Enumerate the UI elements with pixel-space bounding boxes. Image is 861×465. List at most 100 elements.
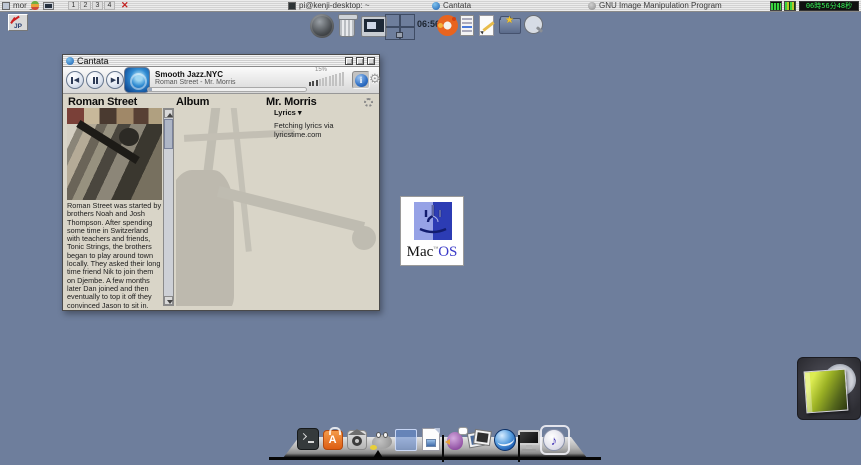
display-settings-icon[interactable] — [517, 427, 542, 453]
workspace-4[interactable]: 4 — [104, 1, 115, 10]
writer-picture — [425, 439, 436, 447]
workspace-switcher: 1 2 3 4 — [68, 0, 115, 11]
search-magnifier-icon[interactable] — [524, 15, 544, 36]
home-folder-icon[interactable] — [345, 427, 370, 453]
display-menu[interactable] — [43, 0, 54, 11]
cpu-monitor-applet[interactable] — [770, 1, 782, 11]
lcd-clock[interactable]: 06時56分48秒 — [799, 1, 859, 11]
collapse-button[interactable] — [345, 57, 353, 65]
window-list-icon[interactable] — [460, 15, 474, 36]
sphere-applet-icon[interactable] — [310, 14, 334, 38]
close-icon: ✕ — [121, 0, 129, 10]
menubar-window-button[interactable]: mor _ — [2, 0, 34, 11]
lyrics-dropdown[interactable]: Lyrics ▾ — [274, 108, 302, 117]
scroll-up-arrow[interactable] — [164, 109, 173, 118]
pager-window-dot — [396, 32, 403, 38]
close-button[interactable] — [367, 57, 375, 65]
apple-menu[interactable] — [31, 0, 39, 11]
dock-indicator-line — [442, 435, 444, 462]
music-note-icon: ♪ — [542, 429, 565, 451]
vol-bar — [315, 80, 318, 86]
taskbar-item-gimp[interactable]: GNU Image Manipulation Program — [588, 0, 722, 11]
home-roof — [348, 429, 367, 435]
photo-2 — [474, 430, 491, 445]
info-view-button[interactable]: i — [352, 71, 370, 89]
vol-bar — [312, 81, 315, 86]
pidgin-icon[interactable] — [444, 427, 469, 453]
term-box — [297, 428, 319, 450]
bag-glyph: A — [322, 427, 343, 450]
vol-bar — [338, 73, 341, 86]
terminal-icon[interactable] — [296, 427, 321, 453]
window-mini-icon — [2, 1, 10, 10]
taskbar-item-cantata[interactable]: Cantata — [432, 0, 471, 11]
previous-button[interactable]: ◀ — [66, 71, 84, 89]
web-browser-icon[interactable] — [493, 427, 518, 453]
dock: A ♪ — [269, 424, 601, 464]
mac-word: Mac — [406, 244, 434, 260]
list-line-selected — [462, 26, 472, 28]
list-line — [462, 18, 472, 20]
vol-bar — [318, 79, 321, 86]
photo-manager-icon[interactable] — [468, 427, 493, 453]
vol-bar — [322, 78, 325, 86]
art-shape — [352, 226, 376, 250]
artist-photo — [67, 108, 162, 200]
cantata-app-icon — [66, 57, 74, 65]
cantata-window: Cantata ◀ ▶ Smooth Jazz.NYC Roman Street… — [62, 54, 381, 311]
pause-button[interactable] — [86, 71, 104, 89]
screen-applet-icon[interactable] — [361, 16, 387, 37]
close-window-button[interactable]: ✕ — [121, 0, 129, 11]
volume-slider[interactable] — [309, 71, 351, 86]
memory-graph — [785, 2, 795, 10]
macos-logo-image[interactable]: Mac™OS — [400, 196, 464, 266]
music-player-icon[interactable]: ♪ — [539, 425, 570, 455]
memory-monitor-applet[interactable] — [784, 1, 796, 11]
pager-cell[interactable] — [385, 14, 400, 27]
workspace-2[interactable]: 2 — [80, 1, 91, 10]
gimp-eye — [375, 432, 381, 438]
artist-scrollbar[interactable] — [163, 108, 174, 306]
cpu-graph — [771, 3, 781, 10]
seek-bar[interactable] — [147, 87, 307, 92]
workspace-3[interactable]: 3 — [92, 1, 103, 10]
menubar: mor _ 1 2 3 4 ✕ pi@kenji-desktop: ~ Cant… — [0, 0, 861, 12]
pager-cell[interactable] — [400, 14, 415, 27]
cd-case-art — [803, 368, 849, 414]
pidgin-beak — [444, 439, 450, 445]
apple-icon — [31, 1, 39, 10]
scroll-thumb[interactable] — [164, 119, 173, 149]
software-center-icon[interactable]: A — [321, 427, 346, 453]
terminal-mini-icon — [288, 1, 296, 10]
libreoffice-writer-icon[interactable] — [419, 427, 444, 453]
list-line — [462, 30, 472, 32]
track-subtitle: Roman Street - Mr. Morris — [155, 79, 236, 86]
settings-gear-icon[interactable]: ⚙ — [369, 71, 381, 87]
workspace-pager[interactable] — [385, 14, 415, 40]
pause-bar — [92, 76, 95, 84]
vol-bar — [328, 76, 331, 86]
input-method-indicator[interactable]: JP — [8, 14, 28, 31]
track-column-header: Mr. Morris — [266, 96, 317, 108]
zoom-button[interactable] — [356, 57, 364, 65]
next-icon: ▶ — [110, 77, 117, 84]
titlebar[interactable]: Cantata — [63, 55, 379, 67]
ubuntu-logo-icon[interactable] — [437, 15, 458, 36]
photo-area — [67, 124, 162, 200]
window-placeholder-icon[interactable] — [394, 427, 419, 453]
trash-icon[interactable] — [338, 14, 358, 37]
taskbar-item-terminal[interactable]: pi@kenji-desktop: ~ — [288, 0, 370, 11]
display-screen — [518, 430, 541, 445]
next-button[interactable]: ▶ — [106, 71, 124, 89]
next-bar — [117, 76, 120, 84]
favorites-folder-icon[interactable]: ★ — [499, 15, 521, 34]
notes-icon[interactable] — [479, 15, 494, 36]
scroll-down-arrow[interactable] — [164, 296, 173, 305]
vol-bar — [341, 72, 344, 86]
cd-album-widget[interactable] — [797, 357, 861, 420]
gimp-mini-icon — [588, 1, 596, 10]
dock-shelf-base — [269, 457, 601, 460]
taskbar-label: GNU Image Manipulation Program — [599, 1, 722, 10]
workspace-1[interactable]: 1 — [68, 1, 79, 10]
window-title: Cantata — [77, 56, 109, 66]
